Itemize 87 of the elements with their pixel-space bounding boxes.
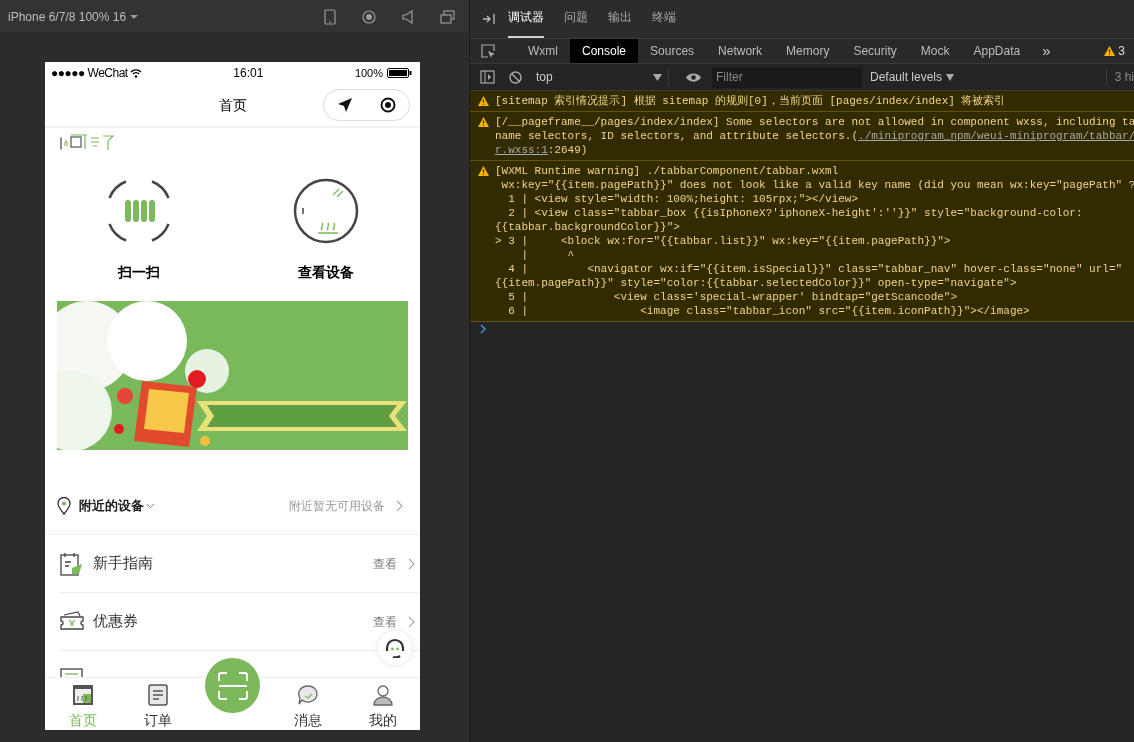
warning-icon bbox=[478, 117, 489, 127]
view-link: 查看 bbox=[373, 613, 397, 631]
inspect-icon[interactable] bbox=[481, 43, 496, 59]
headset-icon bbox=[384, 638, 406, 658]
message-text: wx:key="{{item.pagePath}}" does not look like a valid key name (did you mean wx:key="pagePath" ? bbox=[500, 178, 1134, 192]
view-link: 查看 bbox=[373, 555, 397, 573]
windows-icon[interactable] bbox=[440, 9, 455, 24]
scan-icon[interactable] bbox=[105, 178, 172, 244]
panel-tab[interactable]: 问题 bbox=[564, 8, 588, 38]
more-tabs[interactable]: » bbox=[1042, 39, 1051, 63]
devtools-tab[interactable]: Network bbox=[706, 39, 775, 63]
scan-icon bbox=[217, 671, 248, 700]
phone-icon[interactable] bbox=[324, 8, 336, 25]
menu-row[interactable]: 新手指南 查看 bbox=[60, 535, 420, 593]
battery-icon bbox=[387, 68, 412, 78]
devtools-tab[interactable]: Console bbox=[570, 39, 639, 63]
menu-label: 新手指南 bbox=[93, 553, 153, 574]
file-link[interactable]: r.wxss:1 bbox=[495, 143, 548, 157]
support-button[interactable] bbox=[378, 631, 412, 665]
tab-item[interactable]: 我的 bbox=[368, 684, 397, 728]
nearby-label[interactable]: 附近的设备 bbox=[79, 495, 144, 516]
warning-icon bbox=[478, 96, 489, 106]
message-text: [sitemap 索引情况提示] 根据 sitemap 的规则[0]，当前页面 [pages/index/index] 将被索引 bbox=[495, 94, 1006, 108]
menu-label: 优惠券 bbox=[93, 611, 138, 632]
speaker-icon[interactable] bbox=[402, 9, 414, 24]
chevron-right-icon bbox=[408, 557, 415, 570]
message-text: 6 | <image class="tabbar_icon" src="{{item.iconPath}}"></image> bbox=[507, 304, 1030, 318]
tab-item[interactable]: 订单 bbox=[143, 684, 172, 728]
message-text: :2649) bbox=[547, 143, 588, 157]
action-label[interactable]: 扫一扫 bbox=[117, 262, 160, 283]
clock-text: 16:01 bbox=[233, 65, 264, 82]
warning-icon[interactable] bbox=[1104, 46, 1116, 56]
dock-icon[interactable] bbox=[482, 13, 496, 25]
devtools-tab[interactable]: Mock bbox=[908, 39, 962, 63]
message-text: 2 | <view class="tabbar_box {{isIphoneX?'iphoneX-height':''}}" style="background-color: bbox=[507, 206, 1083, 220]
carrier-text: ●●●●● WeChat bbox=[51, 65, 128, 82]
filter-field[interactable]: Filter bbox=[712, 66, 862, 88]
prompt-icon[interactable] bbox=[480, 324, 487, 334]
message-text: [/__pageframe__/pages/index/index] Some selectors are not allowed in component wxss, including ta bbox=[495, 115, 1134, 129]
action-label[interactable]: 查看设备 bbox=[298, 262, 355, 283]
message-text: {{item.pagePath}}" style="color:{{tabbar.selectedColor}}" open-type="navigate"> bbox=[495, 276, 1017, 290]
device-label[interactable]: iPhone 6/7/8 100% 16 bbox=[8, 7, 127, 26]
chevron-down-icon[interactable] bbox=[146, 502, 155, 509]
chat-icon bbox=[296, 684, 319, 706]
panel-tab[interactable]: 终端 bbox=[652, 8, 676, 38]
sidebar-toggle-icon[interactable] bbox=[480, 70, 495, 84]
message-text: [WXML Runtime warning] ./tabbarComponent/tabbar.wxml bbox=[495, 164, 839, 178]
person-icon bbox=[371, 684, 394, 706]
eye-icon[interactable] bbox=[685, 71, 702, 83]
message-text: name selectors, ID selectors, and attribute selectors.( bbox=[495, 129, 859, 143]
warning-icon bbox=[478, 166, 489, 176]
context-select[interactable]: top bbox=[536, 68, 669, 86]
panel-tab[interactable]: 输出 bbox=[608, 8, 632, 38]
record-icon bbox=[379, 97, 396, 113]
devtools-tab[interactable]: Sources bbox=[638, 39, 707, 63]
logo-icon bbox=[59, 132, 115, 150]
caret-icon[interactable] bbox=[653, 73, 662, 81]
guide-icon bbox=[60, 551, 84, 576]
message-text: > 3 | <block wx:for="{{tabbar.list}}" wx:key="{{item.pagePath}}"> bbox=[495, 234, 951, 248]
location-pin-icon bbox=[57, 496, 71, 515]
nearby-status: 附近暂无可用设备 bbox=[289, 497, 385, 515]
home-icon bbox=[71, 684, 94, 706]
message-text: 5 | <view class='special-wrapper' bindtap="getScancode"> bbox=[507, 290, 958, 304]
file-link[interactable]: ./miniprogram_npm/weui-miniprogram/tabbar/ bbox=[858, 129, 1134, 143]
devtools-tab[interactable]: Security bbox=[841, 39, 909, 63]
message-text: 4 | <navigator wx:if="{{item.isSpecial}}" class="tabbar_nav" hover-class="none" url=" bbox=[507, 262, 1123, 276]
tab-item[interactable]: 消息 bbox=[293, 684, 322, 728]
warning-count[interactable]: 3 bbox=[1118, 42, 1125, 60]
wifi-icon bbox=[129, 68, 142, 78]
location-arrow-icon bbox=[337, 97, 354, 113]
page-title: 首页 bbox=[218, 95, 247, 115]
hidden-count: 3 hi bbox=[1105, 68, 1134, 86]
devtools-tab[interactable]: Wxml bbox=[516, 39, 570, 63]
devtools-tab[interactable]: AppData bbox=[961, 39, 1033, 63]
document-icon bbox=[146, 684, 169, 706]
devtools-tab[interactable]: Memory bbox=[774, 39, 842, 63]
chevron-right-icon bbox=[408, 615, 415, 628]
clear-icon[interactable] bbox=[509, 70, 522, 84]
battery-text: 100% bbox=[354, 65, 383, 81]
caret-icon[interactable] bbox=[130, 13, 139, 20]
device-icon[interactable] bbox=[293, 178, 360, 244]
record-icon[interactable] bbox=[362, 9, 376, 24]
caret-icon[interactable] bbox=[946, 73, 955, 81]
message-text: | ^ bbox=[520, 248, 575, 262]
message-text: {{tabbar.backgroundColor}}"> bbox=[495, 220, 680, 234]
levels-select[interactable]: Default levels bbox=[870, 68, 955, 86]
message-text: 1 | <view style="width: 100%;height: 105rpx;"></view> bbox=[507, 192, 859, 206]
